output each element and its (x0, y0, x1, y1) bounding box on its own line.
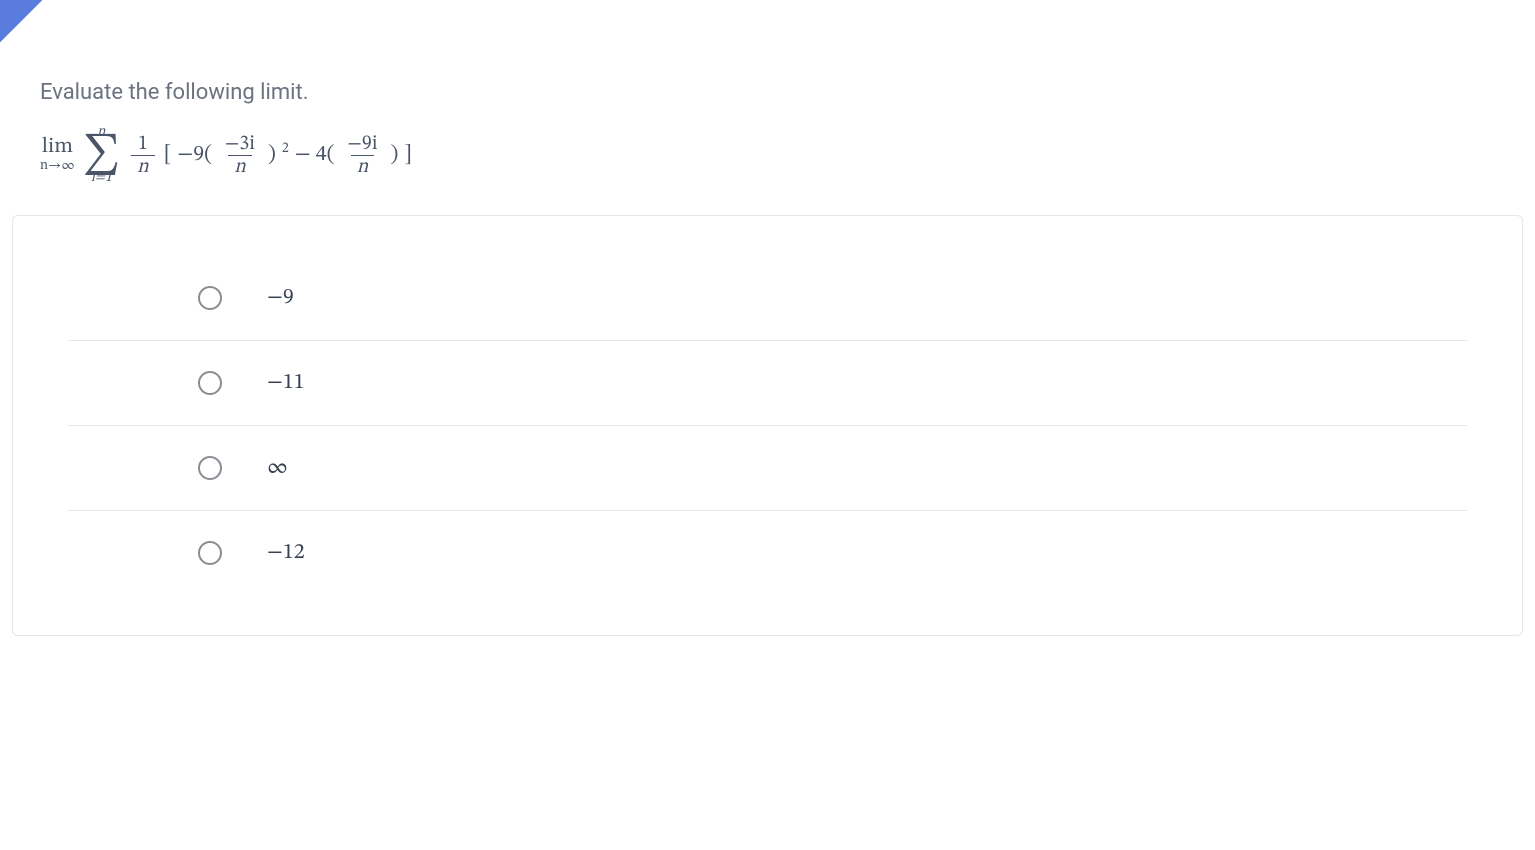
answers-panel: −9 −11 ∞ −12 (12, 215, 1523, 636)
fraction-outer: 1 n (131, 133, 155, 178)
option-row[interactable]: ∞ (68, 426, 1467, 511)
term1-coef: −9( (177, 141, 212, 169)
radio-icon[interactable] (198, 541, 222, 565)
minus-term: − 4( (295, 141, 335, 169)
option-row[interactable]: −9 (68, 256, 1467, 341)
option-label: −11 (267, 369, 305, 397)
fraction1-num: −3i (221, 133, 259, 155)
limit-subscript: n→∞ (40, 159, 75, 174)
fraction-1: −3i n (221, 133, 259, 178)
radio-icon[interactable] (198, 371, 222, 395)
fraction1-den: n (228, 155, 252, 178)
question-prompt: Evaluate the following limit. (40, 80, 1495, 105)
option-label: ∞ (267, 454, 288, 482)
bracket-close: ] (404, 141, 412, 169)
limit-label: lim (42, 136, 73, 159)
sigma-symbol: ∑ (83, 139, 120, 171)
fraction-den: n (131, 155, 155, 178)
fraction2-den: n (351, 155, 375, 178)
radio-icon[interactable] (198, 456, 222, 480)
math-expression: lim n→∞ n ∑ i=1 1 n [ −9( −3i n )2 − 4( … (40, 125, 1495, 185)
option-row[interactable]: −12 (68, 511, 1467, 595)
term1-exponent: 2 (282, 140, 289, 158)
sigma-block: n ∑ i=1 (83, 125, 120, 185)
term1-close: ) (268, 141, 276, 169)
option-row[interactable]: −11 (68, 341, 1467, 426)
sigma-lower: i=1 (91, 171, 112, 185)
fraction-num: 1 (134, 133, 152, 155)
radio-icon[interactable] (198, 286, 222, 310)
option-label: −12 (267, 539, 305, 567)
limit-block: lim n→∞ (40, 136, 75, 174)
option-label: −9 (267, 284, 294, 312)
term2-close: ) (391, 141, 399, 169)
bracket-open: [ (164, 141, 172, 169)
fraction2-num: −9i (344, 133, 382, 155)
fraction-2: −9i n (344, 133, 382, 178)
question-area: Evaluate the following limit. lim n→∞ n … (0, 0, 1535, 215)
